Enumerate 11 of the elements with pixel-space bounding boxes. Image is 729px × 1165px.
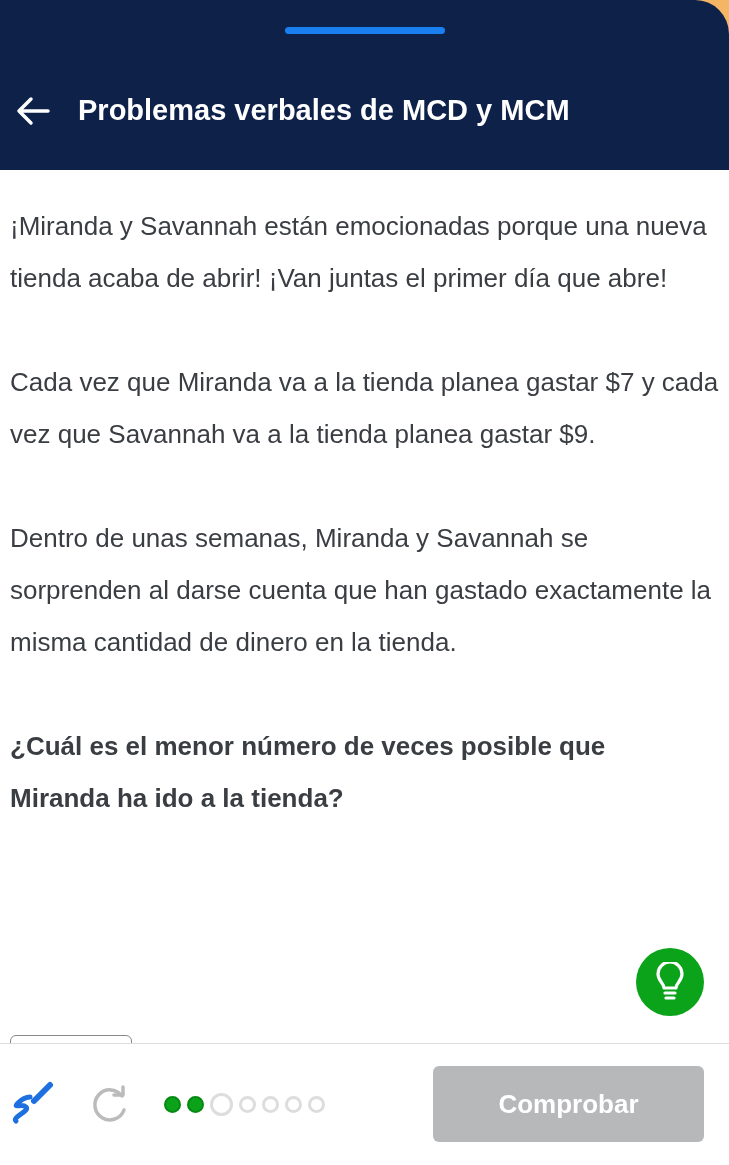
pen-scribble-icon	[10, 1081, 56, 1127]
scribble-tool-button[interactable]	[10, 1081, 56, 1127]
lightbulb-icon	[656, 962, 684, 1002]
back-button[interactable]	[16, 95, 50, 126]
problem-paragraph: ¡Miranda y Savannah están emocionadas porque una nueva tienda acaba de abrir! ¡Van juntas el primer día que abre!	[10, 210, 708, 295]
problem-paragraph: Dentro de unas semanas, Miranda y Savannah se sorprenden al darse cuenta que han gastado exactamente la misma cantidad de dinero en la tienda.	[10, 522, 713, 659]
back-arrow-icon	[16, 95, 50, 126]
page-title: Problemas verbales de MCD y MCM	[78, 94, 570, 127]
question-text: ¿Cuál es el menor número de veces posible que Miranda ha ido a la tienda?	[10, 730, 607, 815]
drag-handle[interactable]	[284, 27, 445, 34]
problem-paragraph: Cada vez que Miranda va a la tienda planea gastar $7 y cada vez que Savannah va a la tienda planea gastar $9.	[10, 366, 719, 451]
